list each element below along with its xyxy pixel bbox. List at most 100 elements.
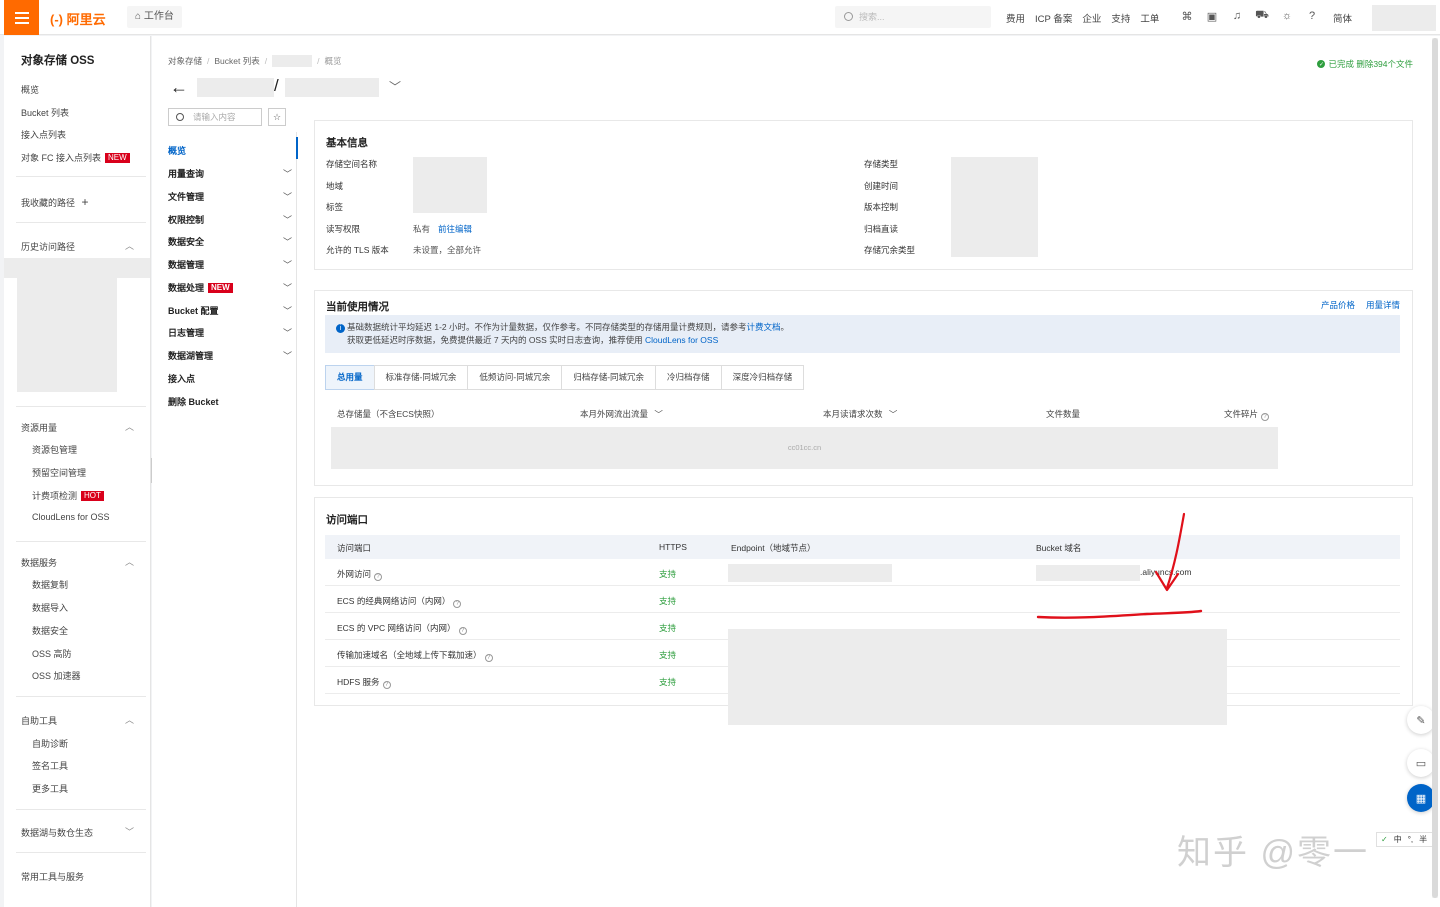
bucket-switch-chevron-icon[interactable]: ﹀ xyxy=(389,78,401,95)
sidebar-item-data-security[interactable]: 数据安全 xyxy=(32,624,68,637)
chevron-down-icon[interactable]: ﹀ xyxy=(125,825,134,838)
sidebar-item-reserved-space[interactable]: 预留空间管理 xyxy=(32,466,86,479)
lightbulb-icon[interactable]: ☼ xyxy=(1280,9,1294,23)
sidebar-item-self-diagnosis[interactable]: 自助诊断 xyxy=(32,737,68,750)
sidebar-group-data-lake[interactable]: 数据湖与数仓生态 xyxy=(21,826,93,839)
row-name-text: 外网访问 xyxy=(337,569,372,579)
chevron-up-icon[interactable]: ︿ xyxy=(125,713,134,726)
billing-doc-link[interactable]: 计费文档 xyxy=(747,322,781,332)
subnav-item-access-point[interactable]: 接入点 xyxy=(168,372,296,385)
subnav-item-delete-bucket[interactable]: 删除 Bucket xyxy=(168,395,296,408)
sidebar-group-resource[interactable]: 资源用量 xyxy=(21,421,57,434)
breadcrumb-bucket-redacted[interactable] xyxy=(272,55,313,67)
header-outbound-traffic[interactable]: 本月外网流出流量 ﹀ xyxy=(580,408,663,420)
sidebar-group-tools-services[interactable]: 常用工具与服务 xyxy=(21,870,84,883)
chevron-up-icon[interactable]: ︿ xyxy=(125,420,134,433)
subnav-item-logs[interactable]: 日志管理 ﹀ xyxy=(168,326,296,339)
sidebar-item-fc-access-points[interactable]: 对象 FC 接入点列表 NEW xyxy=(21,151,130,164)
menu-button[interactable] xyxy=(4,0,39,35)
tab-total[interactable]: 总用量 xyxy=(325,365,375,390)
nav-link-icp[interactable]: ICP 备案 xyxy=(1035,11,1072,25)
help-icon[interactable]: ? xyxy=(374,573,383,581)
sidebar-group-self-service[interactable]: 自助工具 xyxy=(21,714,57,727)
plus-icon[interactable]: + xyxy=(82,195,89,209)
cart-icon[interactable]: ⛟ xyxy=(1255,9,1269,23)
product-price-link[interactable]: 产品价格 xyxy=(1321,299,1355,311)
sidebar-item-resource-pack[interactable]: 资源包管理 xyxy=(32,443,77,456)
help-icon[interactable]: ? xyxy=(1261,413,1270,421)
help-icon[interactable]: ? xyxy=(1305,9,1319,23)
help-icon[interactable]: ? xyxy=(453,600,462,608)
ime-punct-icon[interactable]: °, xyxy=(1408,835,1413,844)
apps-grid-icon[interactable]: ▦ xyxy=(1407,784,1435,812)
chat-icon[interactable]: ▭ xyxy=(1407,749,1435,777)
subnav-item-data-lake[interactable]: 数据湖管理 ﹀ xyxy=(168,349,296,362)
chevron-up-icon[interactable]: ︿ xyxy=(125,555,134,568)
nav-link-enterprise[interactable]: 企业 xyxy=(1082,11,1101,25)
breadcrumb-bucket-list[interactable]: Bucket 列表 xyxy=(214,55,259,67)
sidebar-group-data-services[interactable]: 数据服务 xyxy=(21,556,57,569)
nav-link-fees[interactable]: 费用 xyxy=(1006,11,1025,25)
bell-icon[interactable]: ♫ xyxy=(1230,9,1244,23)
scrollbar-thumb[interactable] xyxy=(1432,38,1438,898)
header-read-requests[interactable]: 本月读请求次数 ﹀ xyxy=(823,408,897,420)
sidebar-item-billing-check[interactable]: 计费项检测 HOT xyxy=(32,489,104,502)
breadcrumb-oss[interactable]: 对象存储 xyxy=(168,55,202,67)
usage-detail-link[interactable]: 用量详情 xyxy=(1366,299,1400,311)
subnav-item-files[interactable]: 文件管理 ﹀ xyxy=(168,190,296,203)
sidebar-item-overview[interactable]: 概览 xyxy=(21,83,39,96)
sidebar-item-cloudlens[interactable]: CloudLens for OSS xyxy=(32,512,110,522)
sidebar-item-oss-accelerator[interactable]: OSS 加速器 xyxy=(32,669,81,682)
tab-standard[interactable]: 标准存储-同城冗余 xyxy=(373,365,469,390)
chevron-down-icon: ﹀ xyxy=(282,237,292,247)
nav-link-ticket[interactable]: 工单 xyxy=(1140,11,1159,25)
notice-text-2: 获取更低延迟时序数据，免费提供最近 7 天内的 OSS 实时日志查询，推荐使用 xyxy=(347,335,643,345)
back-arrow-icon[interactable]: ← xyxy=(170,77,188,98)
tab-infrequent[interactable]: 低频访问-同城冗余 xyxy=(467,365,563,390)
ime-halfwidth[interactable]: 半 xyxy=(1419,834,1427,845)
sidebar-item-more-tools[interactable]: 更多工具 xyxy=(32,782,68,795)
cloud-shell-icon[interactable]: ⌘ xyxy=(1180,9,1194,23)
sidebar-item-access-points[interactable]: 接入点列表 xyxy=(21,128,66,141)
sidebar-item-data-replication[interactable]: 数据复制 xyxy=(32,578,68,591)
avatar[interactable] xyxy=(1372,5,1436,31)
star-icon[interactable]: ☆ xyxy=(268,108,286,126)
chevron-down-icon: ﹀ xyxy=(282,260,292,270)
sidebar-item-favorites[interactable]: 我收藏的路径 + xyxy=(21,195,89,209)
ime-chinese[interactable]: 中 xyxy=(1394,834,1402,845)
language-switch[interactable]: 简体 xyxy=(1333,11,1352,25)
subnav-item-permissions[interactable]: 权限控制 ﹀ xyxy=(168,213,296,226)
tab-archive[interactable]: 归档存储-同城冗余 xyxy=(561,365,657,390)
subnav-item-data-security[interactable]: 数据安全 ﹀ xyxy=(168,235,296,248)
help-icon[interactable]: ? xyxy=(382,681,391,689)
header-label: 本月外网流出流量 xyxy=(580,409,649,419)
task-done-tag[interactable]: ✓ 已完成 删除394个文件 xyxy=(1317,58,1413,70)
edit-icon[interactable]: ✎ xyxy=(1407,706,1435,734)
subnav-item-usage[interactable]: 用量查询 ﹀ xyxy=(168,167,296,180)
subnav-item-overview[interactable]: 概览 xyxy=(168,144,296,157)
subnav-item-data-management[interactable]: 数据管理 ﹀ xyxy=(168,258,296,271)
terminal-icon[interactable]: ▣ xyxy=(1205,9,1219,23)
tab-deep-cold-archive[interactable]: 深度冷归档存储 xyxy=(720,365,805,390)
subnav-search-input[interactable]: 请输入内容 xyxy=(168,108,262,126)
subnav-item-bucket-config[interactable]: Bucket 配置 ﹀ xyxy=(168,304,296,317)
workbench-button[interactable]: ⌂ 工作台 xyxy=(127,6,182,28)
ime-toolbar[interactable]: ✓ 中 °, 半 xyxy=(1376,832,1438,847)
cloudlens-link[interactable]: CloudLens for OSS xyxy=(645,335,718,345)
chevron-up-icon[interactable]: ︿ xyxy=(125,239,134,252)
tab-cold-archive[interactable]: 冷归档存储 xyxy=(655,365,722,390)
sidebar-item-signature-tool[interactable]: 签名工具 xyxy=(32,759,68,772)
sidebar-group-history[interactable]: 历史访问路径 xyxy=(21,240,75,253)
aliyun-logo[interactable]: (-) 阿里云 xyxy=(50,9,106,28)
acl-edit-link[interactable]: 前往编辑 xyxy=(438,223,472,235)
sidebar-item-data-import[interactable]: 数据导入 xyxy=(32,601,68,614)
nav-link-support[interactable]: 支持 xyxy=(1111,11,1130,25)
global-search-input[interactable]: 搜索... xyxy=(835,6,991,28)
sidebar: 对象存储 OSS 概览 Bucket 列表 接入点列表 对象 FC 接入点列表 N… xyxy=(4,36,151,907)
help-icon[interactable]: ? xyxy=(484,654,493,662)
help-icon[interactable]: ? xyxy=(458,627,467,635)
sidebar-item-oss-ddos[interactable]: OSS 高防 xyxy=(32,647,72,660)
page-scrollbar[interactable] xyxy=(1432,38,1438,898)
subnav-item-data-processing[interactable]: 数据处理 NEW ﹀ xyxy=(168,281,296,294)
sidebar-item-bucket-list[interactable]: Bucket 列表 xyxy=(21,106,69,119)
